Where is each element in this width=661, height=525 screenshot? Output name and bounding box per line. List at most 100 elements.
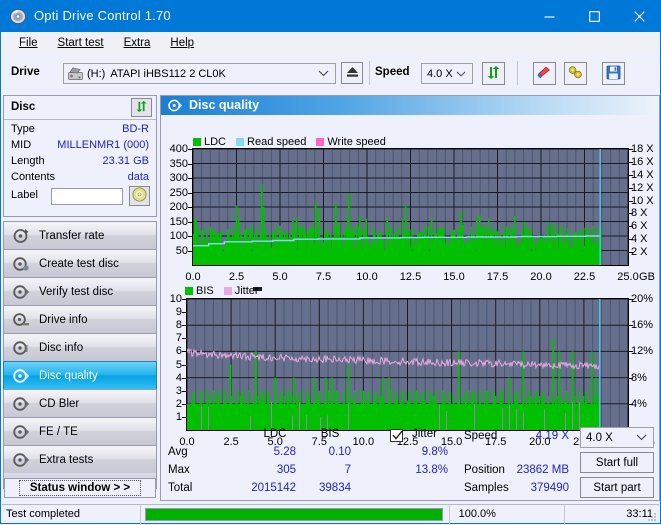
col-header-ldc: LDC bbox=[263, 428, 287, 440]
y2-axis-tickmark bbox=[629, 200, 633, 202]
start-part-button[interactable]: Start part bbox=[580, 477, 654, 498]
plot-area-bottom bbox=[186, 298, 629, 431]
disc-row-type: Type BD-R bbox=[4, 123, 156, 139]
main-panel: Disc quality LDC Read speed Write speed 50… bbox=[160, 95, 660, 501]
sidebar-item-label: FE / TE bbox=[39, 425, 78, 438]
y-axis-tickmark bbox=[182, 351, 186, 353]
sidebar-item-cd-bler[interactable]: CD Bler bbox=[3, 389, 157, 417]
disc-info-icon bbox=[13, 340, 30, 356]
y-axis-tickmark bbox=[182, 390, 186, 392]
transfer-rate-icon bbox=[13, 228, 30, 244]
tools-button[interactable] bbox=[564, 62, 587, 85]
disc-icon bbox=[132, 187, 147, 205]
refresh-icon bbox=[486, 65, 501, 83]
y2-axis-tick: 12% bbox=[631, 345, 654, 358]
sidebar-item-disc-quality[interactable]: Disc quality bbox=[3, 361, 157, 389]
result-samples-value: 379490 bbox=[530, 482, 569, 494]
drive-letter: (H:) bbox=[87, 67, 106, 80]
y2-axis-tickmark bbox=[629, 403, 633, 405]
y2-axis-tickmark bbox=[629, 239, 633, 241]
y2-axis-tickmark bbox=[629, 299, 633, 300]
window-title: Opti Drive Control 1.70 bbox=[34, 8, 171, 23]
result-speed-select[interactable]: 4.0 X bbox=[580, 427, 654, 448]
toolbar-separator-1 bbox=[369, 61, 370, 85]
eject-icon bbox=[346, 66, 359, 81]
minimize-button[interactable] bbox=[527, 1, 572, 32]
close-button[interactable] bbox=[617, 1, 661, 32]
status-message: Test completed bbox=[6, 508, 80, 520]
disc-mid-label: MID bbox=[11, 139, 32, 151]
x-axis-unit-label: GB bbox=[639, 271, 655, 283]
progress-bar bbox=[144, 507, 443, 521]
maximize-button[interactable] bbox=[572, 1, 617, 32]
y2-axis-tick: 8 X bbox=[631, 207, 648, 220]
x-axis-tick: 0.0 bbox=[185, 271, 201, 283]
y-axis-tickmark bbox=[182, 416, 186, 418]
y-axis-tick: 250 bbox=[169, 186, 188, 199]
refresh-button[interactable] bbox=[482, 62, 505, 85]
resize-grip-icon[interactable] bbox=[646, 511, 657, 522]
col-header-bis: BIS bbox=[320, 428, 340, 440]
x-axis-tick: 5.0 bbox=[272, 271, 288, 283]
sidebar-item-label: Disc info bbox=[39, 341, 84, 354]
disc-length-label: Length bbox=[11, 155, 45, 167]
result-speed-value: 4.19 X bbox=[535, 430, 569, 442]
sidebar-item-label: Extra tests bbox=[39, 453, 94, 466]
start-full-button[interactable]: Start full bbox=[580, 452, 654, 473]
status-window-button[interactable]: Status window > > bbox=[4, 478, 156, 498]
sidebar-item-disc-info[interactable]: Disc info bbox=[3, 333, 157, 361]
menu-file-label: File bbox=[19, 37, 38, 49]
save-button[interactable] bbox=[602, 62, 625, 85]
disc-length-value: 23.31 GB bbox=[102, 155, 149, 167]
drive-info-icon bbox=[13, 312, 30, 328]
refresh-icon bbox=[135, 100, 148, 116]
disc-refresh-button[interactable] bbox=[131, 98, 152, 117]
sidebar-item-extra-tests[interactable]: Extra tests bbox=[3, 445, 157, 473]
jitter-avg-value: 9.8% bbox=[421, 446, 448, 458]
disc-label-button[interactable] bbox=[129, 186, 150, 206]
status-message-segment: Test completed bbox=[2, 505, 140, 524]
jitter-checkbox[interactable] bbox=[390, 429, 403, 442]
y2-axis-tick: 10 X bbox=[631, 194, 654, 207]
y-axis-tickmark bbox=[188, 192, 192, 194]
speed-select[interactable]: 4.0 X bbox=[421, 63, 473, 84]
legend-entry: Read speed bbox=[236, 136, 306, 148]
x-axis-tick: 22.5 bbox=[573, 271, 596, 283]
menu-item-extra[interactable]: Extra bbox=[114, 34, 161, 52]
x-axis-tick: 17.5 bbox=[486, 271, 509, 283]
menu-item-file[interactable]: File bbox=[9, 34, 48, 52]
elapsed-segment: 33:11 bbox=[565, 505, 659, 524]
menu-item-help[interactable]: Help bbox=[160, 34, 204, 52]
menu-extra-label: Extra bbox=[123, 37, 151, 49]
y-axis-tickmark bbox=[182, 364, 186, 366]
y-axis-tick: 10 bbox=[169, 293, 182, 305]
sidebar-item-verify-test-disc[interactable]: Verify test disc bbox=[3, 277, 157, 305]
chevron-down-icon bbox=[456, 68, 466, 80]
sidebar-item-fe-te[interactable]: FE / TE bbox=[3, 417, 157, 445]
menu-item-start-test[interactable]: Start test bbox=[48, 34, 114, 52]
disc-label-input[interactable] bbox=[51, 188, 123, 205]
sidebar-item-create-test-disc[interactable]: Create test disc bbox=[3, 249, 157, 277]
y2-axis-tickmark bbox=[629, 377, 633, 379]
y2-axis-tick: 4 X bbox=[631, 233, 648, 246]
progress-percent: 100.0% bbox=[458, 508, 496, 520]
drive-select[interactable]: (H:) ATAPI iHBS112 2 CL0K bbox=[63, 63, 336, 84]
status-bar: Test completed 100.0% 33:11 bbox=[2, 504, 659, 524]
y2-axis-tick: 2 X bbox=[631, 246, 648, 259]
y2-axis-tick: 20% bbox=[631, 293, 654, 305]
y2-axis-tick: 4% bbox=[631, 397, 647, 410]
result-speed-label: Speed bbox=[464, 430, 498, 442]
erase-button[interactable] bbox=[533, 62, 556, 85]
sidebar-item-transfer-rate[interactable]: Transfer rate bbox=[3, 221, 157, 249]
create-test-disc-icon bbox=[13, 256, 30, 272]
page-title: Disc quality bbox=[189, 98, 260, 112]
speed-value: 4.0 X bbox=[427, 67, 453, 80]
eject-button[interactable] bbox=[341, 62, 363, 84]
eraser-icon bbox=[536, 65, 553, 83]
legend-entry: LDC bbox=[193, 136, 226, 148]
nav-list: Transfer rate Create test disc Verify te… bbox=[3, 221, 157, 489]
y2-axis-tick: 14 X bbox=[631, 168, 654, 181]
main-header: Disc quality bbox=[161, 96, 659, 115]
sidebar-item-drive-info[interactable]: Drive info bbox=[3, 305, 157, 333]
sidebar-item-label: Drive info bbox=[39, 313, 88, 326]
